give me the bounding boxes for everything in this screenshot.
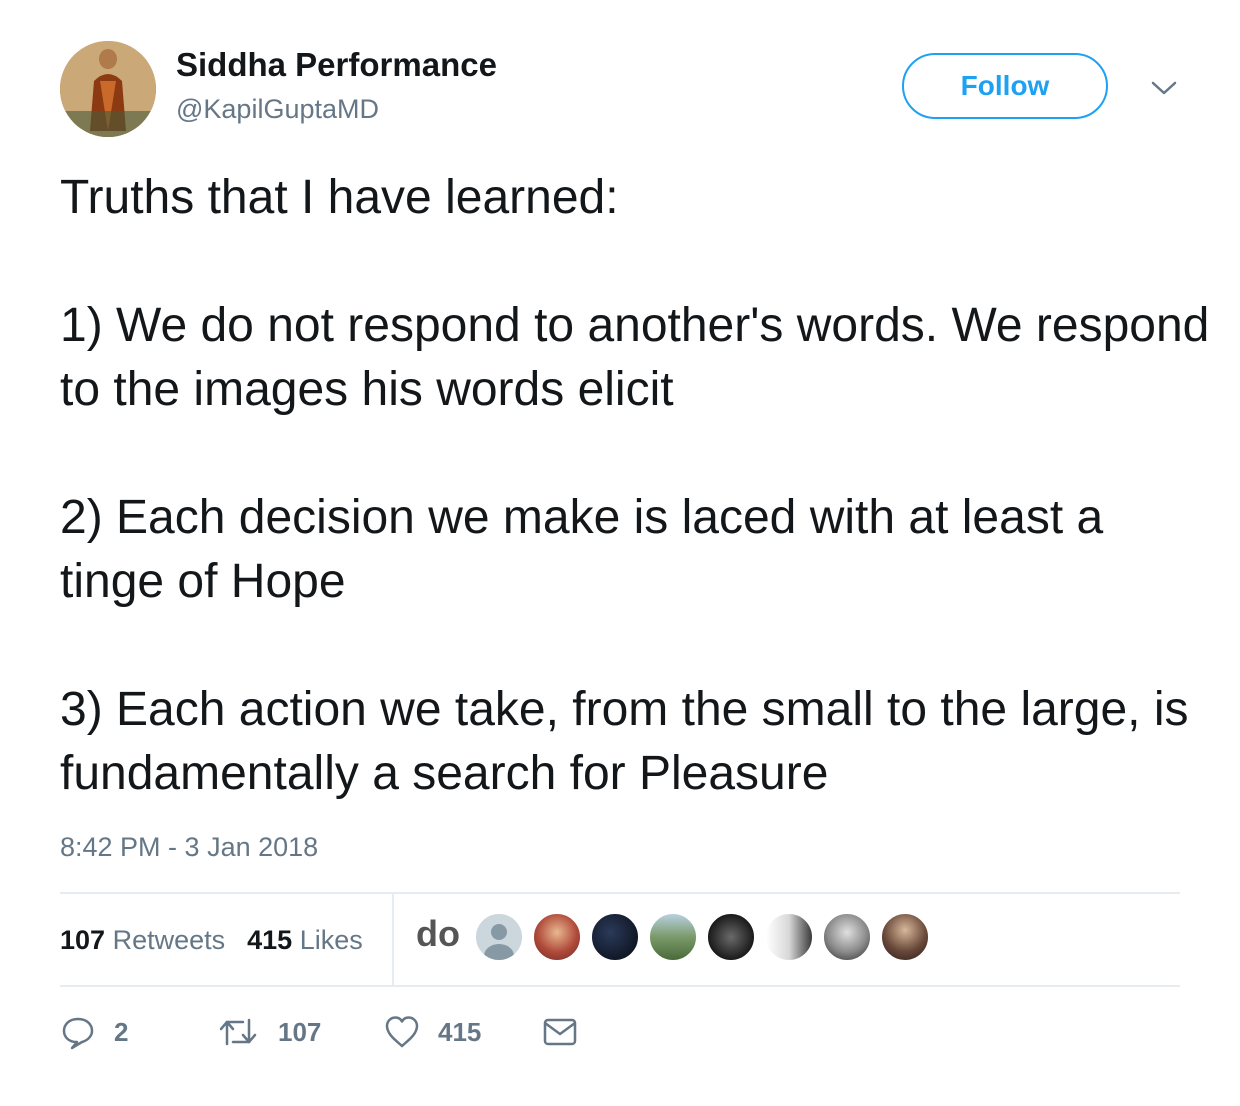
- tweet-actions: 2 107 415: [60, 1012, 578, 1052]
- likes-label: Likes: [299, 924, 363, 955]
- man-with-beard-avatar[interactable]: [880, 912, 930, 962]
- author-handle[interactable]: @KapilGuptaMD: [176, 94, 379, 125]
- retweet-button[interactable]: 107: [218, 1014, 384, 1050]
- likers-avatars: do: [416, 912, 938, 962]
- chevron-down-icon[interactable]: [1150, 78, 1178, 98]
- like-count: 415: [438, 1016, 482, 1047]
- elderly-man-avatar[interactable]: [822, 912, 872, 962]
- like-button[interactable]: 415: [384, 1015, 542, 1049]
- network-avatar[interactable]: [706, 912, 756, 962]
- face-avatar[interactable]: [764, 912, 814, 962]
- night-sky-avatar[interactable]: [590, 912, 640, 962]
- likes-stat[interactable]: 415 Likes: [247, 925, 363, 956]
- reply-icon: [62, 1017, 94, 1050]
- heart-icon: [385, 1016, 419, 1048]
- follow-button[interactable]: Follow: [902, 53, 1108, 119]
- landscape-avatar[interactable]: [648, 912, 698, 962]
- reply-button[interactable]: 2: [60, 1014, 218, 1050]
- tweet-text: Truths that I have learned: 1) We do not…: [60, 171, 1210, 800]
- author-name[interactable]: Siddha Performance: [176, 46, 497, 84]
- liker-avatar-text[interactable]: do: [416, 912, 466, 962]
- envelope-icon: [543, 1018, 577, 1046]
- tweet-stats: 107 Retweets 415 Likes: [60, 920, 385, 960]
- divider: [60, 892, 1180, 894]
- person-avatar[interactable]: [532, 912, 582, 962]
- default-user-icon[interactable]: [474, 912, 524, 962]
- author-avatar[interactable]: [60, 41, 156, 137]
- retweets-label: Retweets: [112, 924, 226, 955]
- tweet-timestamp[interactable]: 8:42 PM - 3 Jan 2018: [60, 832, 318, 863]
- divider: [60, 985, 1180, 987]
- stats-divider: [392, 893, 394, 986]
- retweets-count: 107: [60, 924, 106, 955]
- direct-message-button[interactable]: [542, 1017, 578, 1047]
- retweets-stat[interactable]: 107 Retweets: [60, 925, 225, 956]
- reply-count: 2: [114, 1016, 129, 1047]
- retweet-icon: [219, 1018, 257, 1046]
- retweet-count: 107: [278, 1016, 322, 1047]
- likes-count: 415: [247, 924, 293, 955]
